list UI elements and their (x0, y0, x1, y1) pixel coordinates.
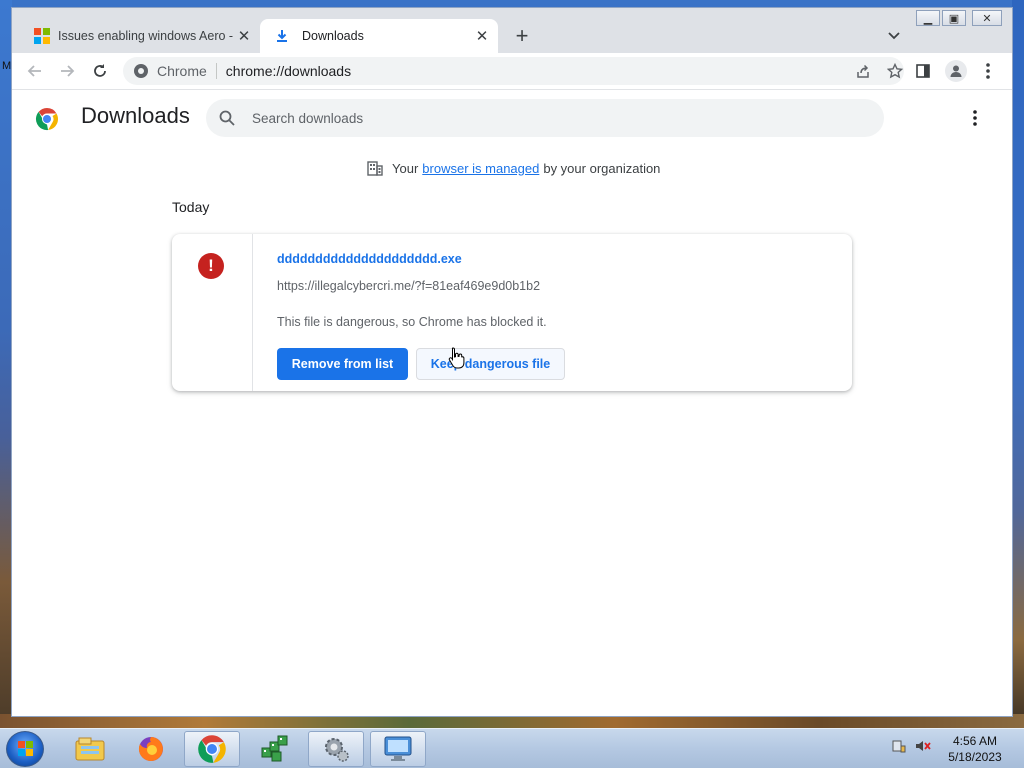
tab-strip: Issues enabling windows Aero - M ✕ Downl… (12, 8, 1012, 53)
desktop-background-bottom (0, 714, 1024, 728)
search-input[interactable] (250, 109, 854, 127)
forward-button[interactable] (55, 59, 79, 83)
new-tab-button[interactable]: + (510, 23, 534, 48)
close-tab-icon[interactable]: ✕ (234, 26, 254, 46)
network-tray-icon[interactable] (890, 737, 908, 755)
back-button[interactable] (23, 59, 47, 83)
taskbar-firefox-icon[interactable] (123, 731, 179, 767)
taskbar-settings-app-icon[interactable] (308, 731, 364, 767)
restore-button[interactable]: ▣ (942, 10, 966, 26)
start-button[interactable] (6, 731, 44, 767)
browser-managed-link[interactable]: browser is managed (422, 161, 539, 176)
download-icon (277, 30, 287, 42)
download-icon-column: ! (172, 234, 253, 391)
managed-suffix: by your organization (543, 160, 661, 176)
omnibox-divider (215, 63, 217, 79)
page-title: Downloads (81, 103, 190, 128)
desktop-background-right (1012, 0, 1024, 728)
managed-notice: Your browser is managed by your organiza… (366, 159, 660, 177)
file-source-url: https://illegalcybercri.me/?f=81eaf469e9… (277, 279, 541, 293)
taskbar-chrome-icon[interactable] (184, 731, 240, 767)
desktop-background-left (0, 0, 12, 728)
reload-button[interactable] (88, 59, 112, 83)
taskbar-windows-explorer-icon[interactable] (62, 731, 118, 767)
url-text: chrome://downloads (225, 63, 352, 79)
more-actions-icon[interactable] (965, 108, 985, 128)
reload-icon (94, 64, 106, 77)
building-icon (367, 161, 383, 176)
tab-label: Downloads (302, 29, 364, 43)
minimize-button[interactable]: ▁ (916, 10, 940, 26)
microsoft-logo-icon (34, 28, 50, 44)
back-arrow-icon (27, 65, 41, 77)
browser-toolbar: Chrome chrome://downloads (12, 53, 1012, 90)
tab-issues-aero[interactable]: Issues enabling windows Aero - M ✕ (26, 19, 260, 53)
profile-avatar-icon[interactable] (945, 60, 967, 82)
forward-arrow-icon (61, 65, 75, 77)
tab-label: Issues enabling windows Aero - M (58, 29, 234, 43)
taskbar-network-app-icon[interactable] (246, 731, 302, 767)
site-label: Chrome (157, 63, 207, 79)
browser-menu-icon[interactable] (978, 61, 998, 81)
chrome-logo-icon (35, 108, 59, 131)
file-name-link[interactable]: ddddddddddddddddddddd.exe (277, 252, 462, 266)
danger-warning-icon: ! (198, 253, 224, 279)
search-downloads-bar[interactable] (206, 99, 884, 137)
system-clock[interactable]: 4:56 AM 5/18/2023 (940, 733, 1010, 765)
volume-muted-icon[interactable] (914, 737, 932, 755)
bookmark-star-icon[interactable] (886, 62, 904, 80)
date-section-label: Today (172, 199, 210, 215)
taskbar-remote-desktop-icon[interactable] (370, 731, 426, 767)
downloads-page: Downloads Your browser is managed by you… (12, 90, 1012, 716)
address-bar[interactable]: Chrome chrome://downloads (123, 57, 904, 85)
hand-cursor-icon (448, 347, 465, 369)
clock-time: 4:56 AM (952, 734, 998, 748)
remove-from-list-button[interactable]: Remove from list (277, 348, 408, 380)
tab-downloads[interactable]: Downloads ✕ (260, 19, 498, 53)
side-panel-icon[interactable] (913, 61, 933, 81)
close-tab-icon[interactable]: ✕ (472, 26, 492, 46)
windows-taskbar: 4:56 AM 5/18/2023 (0, 728, 1024, 768)
close-window-button[interactable]: ✕ (972, 10, 1002, 26)
download-item-card: ! ddddddddddddddddddddd.exe https://ille… (172, 234, 852, 391)
chrome-site-icon (134, 64, 148, 78)
browser-window: Issues enabling windows Aero - M ✕ Downl… (12, 8, 1012, 716)
managed-prefix: Your (392, 160, 419, 176)
share-icon[interactable] (854, 62, 872, 80)
clock-date: 5/18/2023 (948, 750, 1002, 764)
keep-dangerous-file-button[interactable]: Keep dangerous file (416, 348, 565, 380)
desktop-edge-text: M (2, 60, 12, 72)
search-icon (219, 110, 235, 126)
tab-search-chevron-icon[interactable] (884, 25, 904, 45)
danger-message: This file is dangerous, so Chrome has bl… (277, 315, 547, 329)
